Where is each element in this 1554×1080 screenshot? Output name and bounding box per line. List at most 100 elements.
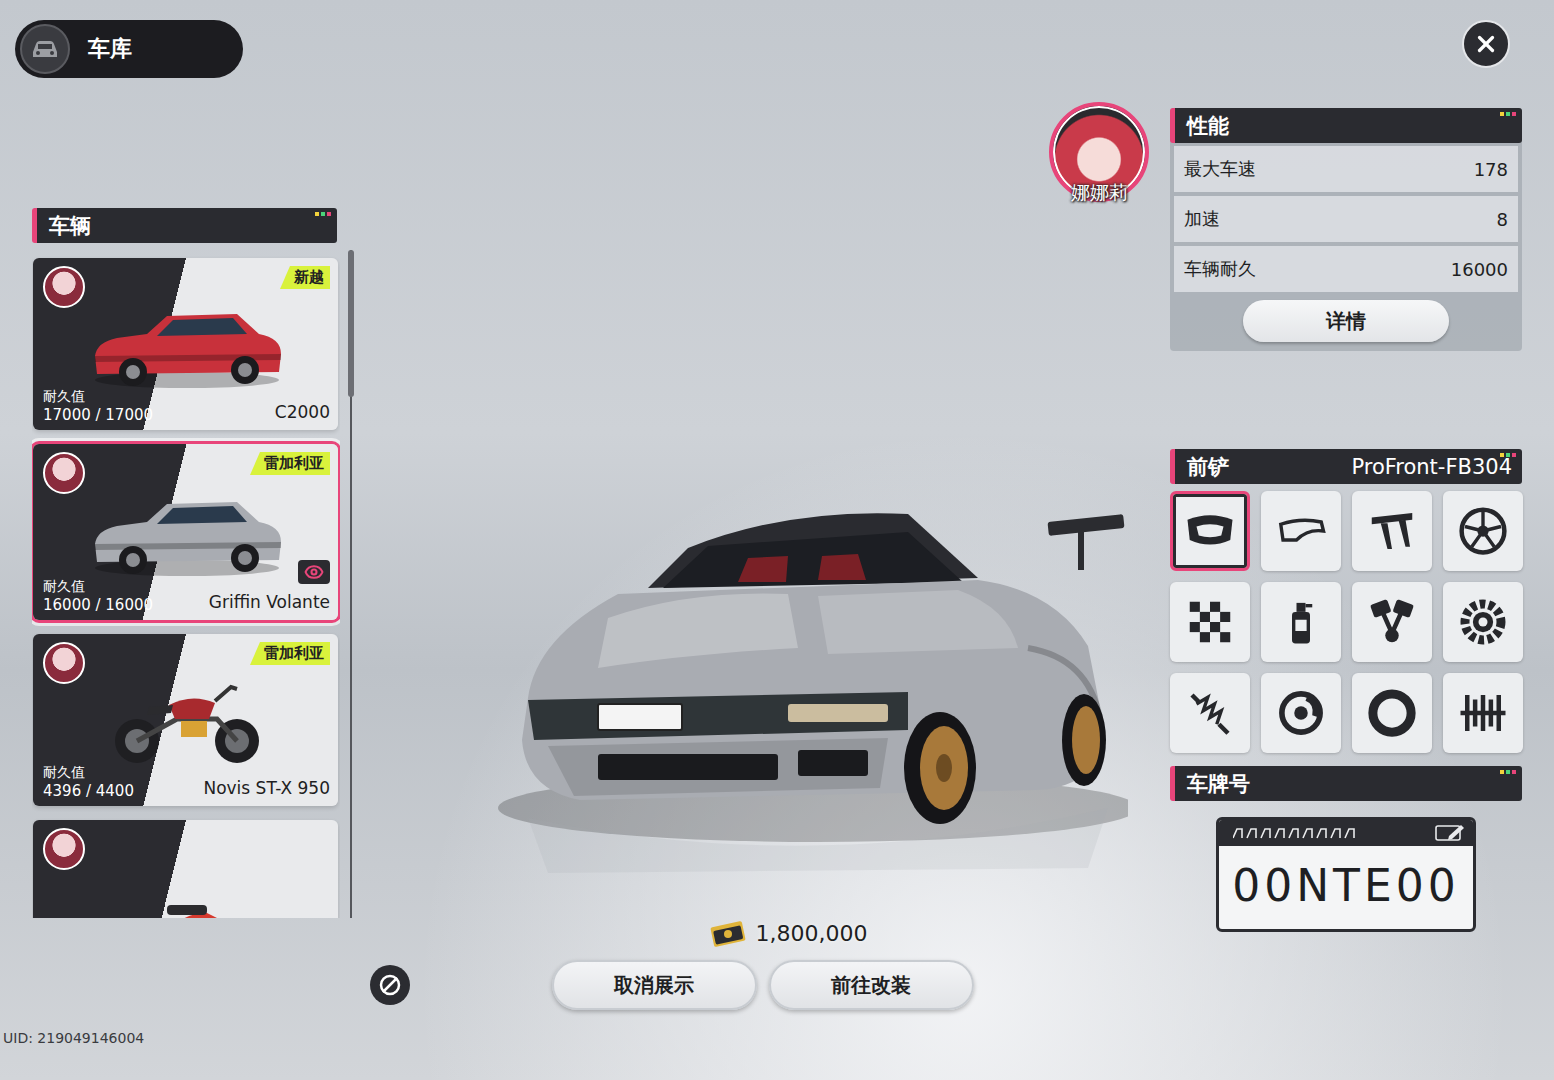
front-bumper-icon [1183,504,1237,558]
part-tile[interactable] [1261,491,1341,571]
vehicle-card[interactable]: 新越耐久值17000 / 17000C2000 [33,258,338,430]
plate-number: 00NTE00 [1219,846,1473,929]
scroll-thumb[interactable] [348,250,354,397]
uid-label: UID: 219049146004 [3,1030,355,1046]
vehicle-list[interactable]: 新越耐久值17000 / 17000C2000雷加利亚耐久值16000 / 16… [32,250,340,918]
card-top: 新越 [43,266,330,306]
part-tile[interactable] [1352,582,1432,662]
close-icon [1473,31,1499,57]
durability: 耐久值4396 / 4400 [43,764,134,800]
header-dots [315,212,331,216]
header-title: 性能 [1187,112,1229,140]
part-tile[interactable] [1443,491,1523,571]
stat-value: 8 [1497,209,1508,230]
suspension-icon [1183,686,1237,740]
showcase-car-image [488,478,1128,878]
plate-strip [1219,820,1473,846]
livery-icon [1183,595,1237,649]
header-title: 车辆 [49,212,91,240]
vehicle-card[interactable]: 雷加利亚耐久值4396 / 4400Novis ST-X 950 [33,634,338,806]
car-icon [30,38,60,60]
faction-tag: 新越 [280,266,330,289]
clutch-icon [1456,686,1510,740]
owner-avatar [43,266,85,308]
header-dots [1500,770,1516,774]
motorcycle-image [97,679,277,767]
stat-row: 加速8 [1174,196,1518,242]
info-column: 性能最大车速178加速8车辆耐久16000详情前铲ProFront-FB304车… [1170,100,1522,1080]
hide-ui-button[interactable] [370,965,410,1005]
durability-label: 耐久值 [43,388,153,406]
owner-avatar [43,828,85,870]
car-stage [355,206,1170,918]
stat-label: 最大车速 [1184,157,1256,181]
performance-panel: 性能最大车速178加速8车辆耐久16000详情 [1170,108,1522,351]
scrollbar[interactable] [348,250,354,918]
part-tile[interactable] [1261,673,1341,753]
vehicle-name: Griffin Volante [209,592,330,614]
stat-row: 最大车速 178 [1174,146,1518,192]
owner-avatar [43,452,85,494]
showcase-column: 娜娜莉1,800,000取消展示前往改装 [355,100,1170,1080]
currency-amount: 1,800,000 [756,921,868,946]
stat-label: 车辆耐久 [1184,257,1256,281]
stat-value: 178 [1474,159,1508,180]
garage-badge: 车库 [15,20,243,78]
plate-header: 车牌号 [1170,766,1522,801]
vehicle-list-row: 新越耐久值17000 / 17000C2000雷加利亚耐久值16000 / 16… [32,250,355,918]
part-tile[interactable] [1443,582,1523,662]
header-dots [1500,112,1516,116]
edit-icon[interactable] [1435,824,1465,842]
spoiler-icon [1365,504,1419,558]
card-top: 雷加利亚 [43,452,330,492]
faction-tag: 雷加利亚 [250,452,330,475]
vehicle-card[interactable]: 雷加利亚耐久值16000 / 16000Griffin Volante [33,444,338,620]
durability-value: 16000 / 16000 [43,596,153,614]
header-dots [1500,453,1516,457]
scooter-image [97,883,277,918]
parts-header: 前铲ProFront-FB304 [1170,449,1522,484]
ticket-icon [708,918,748,948]
body: 车辆新越耐久值17000 / 17000C2000雷加利亚耐久值16000 / … [0,100,1554,1080]
vehicles-header: 车辆 [32,208,337,243]
garage-icon-circle [20,24,70,74]
engine-icon [1365,595,1419,649]
action-buttons: 取消展示前往改装 [552,960,974,1010]
part-tile[interactable] [1170,673,1250,753]
car-image [87,490,287,580]
vehicle-art [43,682,330,764]
brake-icon [1274,686,1328,740]
vehicle-name: Novis ST-X 950 [203,778,330,800]
card-top [43,828,330,868]
card-bottom: 耐久值4396 / 4400 Novis ST-X 950 [43,764,330,800]
part-tile[interactable] [1170,491,1250,571]
plate-card[interactable]: 00NTE00 [1216,817,1476,932]
durability-value: 4396 / 4400 [43,782,134,800]
durability-label: 耐久值 [43,764,134,782]
stat-list: 最大车速178加速8车辆耐久16000 [1170,143,1522,292]
header-title: 前铲 [1187,453,1229,481]
vehicle-art [43,492,330,578]
plate-script-icon [1233,827,1363,839]
action-button[interactable]: 取消展示 [552,960,757,1010]
part-tile[interactable] [1443,673,1523,753]
details-button[interactable]: 详情 [1243,300,1449,342]
rear-bumper-icon [1274,504,1328,558]
car-image [87,302,287,392]
vehicle-card[interactable] [33,820,338,918]
part-grid [1170,491,1522,753]
vehicle-art [43,306,330,388]
turbo-icon [1456,595,1510,649]
part-tile[interactable] [1352,491,1432,571]
close-button[interactable] [1462,20,1510,68]
rim-icon [1456,504,1510,558]
part-tile[interactable] [1261,582,1341,662]
garage-screen: 车库车辆新越耐久值17000 / 17000C2000雷加利亚耐久值16000 … [0,0,1554,1080]
part-tile[interactable] [1352,673,1432,753]
showcase-badge [298,560,330,584]
durability-value: 17000 / 17000 [43,406,153,424]
part-tile[interactable] [1170,582,1250,662]
durability: 耐久值17000 / 17000 [43,388,153,424]
action-button[interactable]: 前往改装 [769,960,974,1010]
card-bottom: 耐久值16000 / 16000Griffin Volante [43,578,330,614]
